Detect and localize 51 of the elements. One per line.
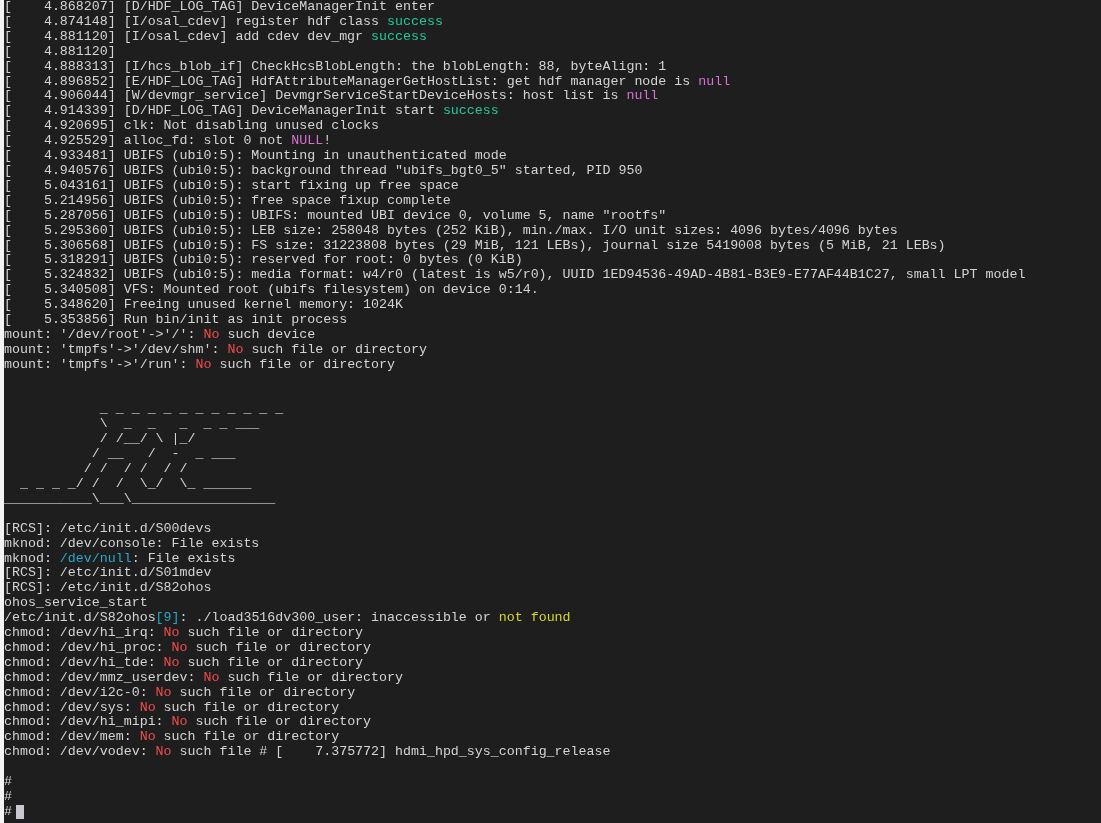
terminal-line: [ 5.295360] UBIFS (ubi0:5): LEB size: 258048 bytes (252 KiB), min./max. I/O unit sizes: 4096 bytes/4096 bytes <box>4 223 898 239</box>
terminal-line: mount: 'tmpfs'->'/run': No such file or directory <box>4 357 395 373</box>
terminal-line: [ 5.318291] UBIFS (ubi0:5): reserved for root: 0 bytes (0 KiB) <box>4 253 523 269</box>
terminal-line: chmod: /dev/mmz_userdev: No such file or directory <box>4 670 403 686</box>
terminal-line: chmod: /dev/vodev: No such file # [ 7.375772] hdmi_hpd_sys_config_release <box>4 745 611 761</box>
ascii-art-line: / / / / / / <box>82 462 188 477</box>
terminal-line: [ 5.353856] Run bin/init as init process <box>4 313 348 328</box>
terminal-line: [ 4.874148] [I/osal_cdev] register hdf class success <box>4 14 443 30</box>
ascii-art-line: / /__/ \ |_/ <box>98 432 196 448</box>
ascii-art-line: \ _ _ _ _ _ ___ <box>98 417 260 433</box>
ascii-art-line: _ _ _ _/ / / \_/ \_ ______ <box>18 477 252 492</box>
terminal-line: chmod: /dev/sys: No such file or directory <box>4 700 340 716</box>
ascii-art-line: _ _ _ _ _ _ _ _ _ _ _ _ <box>98 402 284 418</box>
terminal-line: ohos_service_start <box>4 596 148 612</box>
terminal-line: [ 4.920695] clk: Not disabling unused clocks <box>4 119 380 135</box>
terminal-line: chmod: /dev/hi_irq: No such file or directory <box>4 626 364 641</box>
terminal-line: [ 4.940576] UBIFS (ubi0:5): background thread "ubifs_bgt0_5" started, PID 950 <box>4 163 643 179</box>
terminal-line: [ 5.306568] UBIFS (ubi0:5): FS size: 31223808 bytes (29 MiB, 121 LEBs), journal size 5419008 bytes (5 MiB, 21 LEBs) <box>4 238 946 254</box>
terminal-line: [ 5.043161] UBIFS (ubi0:5): start fixing up free space <box>4 178 459 194</box>
ascii-art-line: / __ / - _ ___ <box>90 447 236 463</box>
terminal-line: [ 4.914339] [D/HDF_LOG_TAG] DeviceManagerInit start success <box>4 104 499 120</box>
terminal-line: [ 4.906044] [W/devmgr_service] DevmgrServiceStartDeviceHosts: host list is null <box>4 89 659 105</box>
terminal-line: /etc/init.d/S82ohos[9]: ./load3516dv300_user: inaccessible or not found <box>4 611 571 627</box>
terminal-line: mknod: /dev/null: File exists <box>4 551 236 567</box>
terminal-line: chmod: /dev/hi_tde: No such file or directory <box>4 655 364 671</box>
terminal-line: [ 4.888313] [I/hcs_blob_if] CheckHcsBlobLength: the blobLength: 88, byteAlign: 1 <box>4 59 667 75</box>
terminal-line: mknod: /dev/console: File exists <box>4 536 260 552</box>
terminal-line: [ 5.348620] Freeing unused kernel memory: 1024K <box>4 298 403 314</box>
terminal-line: [RCS]: /etc/init.d/S01mdev <box>4 566 212 582</box>
ascii-art-line: ___________\___\__________________ <box>4 491 276 507</box>
terminal-line: [RCS]: /etc/init.d/S82ohos <box>4 581 212 597</box>
terminal-line: chmod: /dev/i2c-0: No such file or directory <box>4 685 356 701</box>
terminal-line: [ 4.925529] alloc_fd: slot 0 not NULL! <box>4 134 332 150</box>
shell-prompt: # <box>4 804 12 820</box>
terminal-line: [ 4.881120] <box>4 44 116 60</box>
terminal-line: chmod: /dev/mem: No such file or directory <box>4 730 340 746</box>
terminal-line: [ 4.933481] UBIFS (ubi0:5): Mounting in unauthenticated mode <box>4 149 507 164</box>
shell-prompt: # <box>4 790 12 805</box>
terminal-line: [ 4.868207] [D/HDF_LOG_TAG] DeviceManagerInit enter <box>4 0 435 15</box>
terminal-line: mount: 'tmpfs'->'/dev/shm': No such file or directory <box>4 342 427 358</box>
terminal-line: [ 4.896852] [E/HDF_LOG_TAG] HdfAttributeManagerGetHostList: get hdf manager node is null <box>4 74 731 90</box>
shell-prompt: # <box>4 775 12 790</box>
terminal-line: [ 5.340508] VFS: Mounted root (ubifs filesystem) on device 0:14. <box>4 283 539 299</box>
terminal-line: [ 5.214956] UBIFS (ubi0:5): free space fixup complete <box>4 193 451 209</box>
terminal-line: mount: '/dev/root'->'/': No such device <box>4 327 316 343</box>
terminal-line: [ 5.287056] UBIFS (ubi0:5): UBIFS: mounted UBI device 0, volume 5, name "rootfs" <box>4 208 667 224</box>
terminal-line: [ 4.881120] [I/osal_cdev] add cdev dev_mgr success <box>4 29 427 45</box>
terminal-line: chmod: /dev/hi_mipi: No such file or directory <box>4 715 372 731</box>
terminal-line: [RCS]: /etc/init.d/S00devs <box>4 521 212 537</box>
terminal-line: [ 5.324832] UBIFS (ubi0:5): media format: w4/r0 (latest is w5/r0), UUID 1ED94536-49AD-4B81-B3E9-E77AF44B1C27, small LPT model <box>4 268 1026 284</box>
terminal-line: chmod: /dev/hi_proc: No such file or directory <box>4 640 372 656</box>
